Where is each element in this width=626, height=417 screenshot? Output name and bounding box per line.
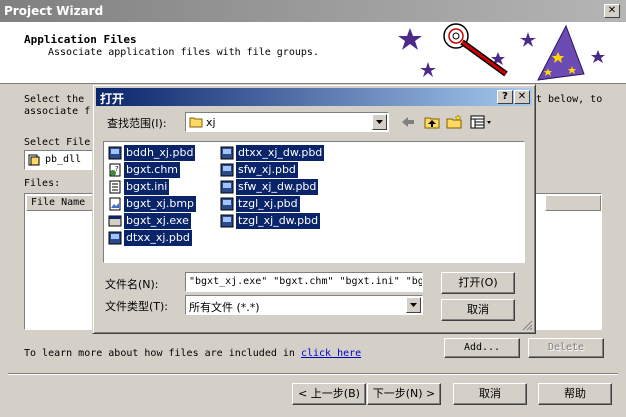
- chevron-down-icon: [376, 120, 383, 124]
- file-list-item-name: bgxt_xj.exe: [124, 213, 191, 229]
- close-icon: ✕: [517, 91, 527, 102]
- open-file-dialog: 打开 ? ✕ 查找范围(I): xj bddh_xj.pbd ? bgxt.ch…: [92, 84, 536, 334]
- look-in-value: xj: [206, 116, 216, 129]
- exe-file-icon: [108, 215, 122, 227]
- files-label: Files:: [24, 178, 61, 189]
- folder-icon: [189, 117, 203, 128]
- chevron-down-icon: [410, 303, 417, 307]
- dialog-cancel-button[interactable]: 取消: [441, 299, 515, 321]
- wizard-intro-text-right-1: t below, to: [536, 94, 603, 105]
- svg-text:?: ?: [115, 165, 119, 173]
- wizard-cancel-button[interactable]: 取消: [453, 383, 527, 405]
- file-list-item-name: sfw_xj.pbd: [236, 162, 298, 178]
- filetype-label: 文件类型(T):: [105, 300, 169, 313]
- filename-value: "bgxt_xj.exe" "bgxt.chm" "bgxt.ini" "bg: [189, 276, 423, 287]
- bmp-file-icon: [109, 197, 121, 211]
- wizard-header: Application Files Associate application …: [0, 22, 626, 84]
- click-here-link[interactable]: click here: [301, 348, 361, 359]
- wizard-header-title: Application Files: [24, 33, 137, 46]
- delete-button[interactable]: Delete: [528, 338, 604, 358]
- file-list-item-name: bgxt_xj.bmp: [124, 196, 197, 212]
- filetype-dropdown[interactable]: 所有文件 (*.*): [185, 295, 423, 315]
- look-in-dropdown-button[interactable]: [372, 114, 387, 130]
- file-group-icon: [28, 154, 40, 166]
- files-column-header-extra[interactable]: [545, 195, 601, 211]
- select-file-label: Select File: [24, 137, 91, 148]
- ini-file-icon: [109, 180, 121, 194]
- question-icon: ?: [502, 91, 508, 102]
- wizard-titlebar: Project Wizard ✕: [0, 0, 626, 22]
- wizard-close-button[interactable]: ✕: [604, 4, 620, 18]
- file-list-item-name: dtxx_xj_dw.pbd: [236, 145, 325, 161]
- pbd-icon: [220, 197, 234, 211]
- pbd-icon: [220, 214, 234, 228]
- pbd-icon: [108, 231, 122, 245]
- filetype-dropdown-button[interactable]: [406, 297, 421, 313]
- wizard-intro-text-left-1: Select the: [24, 94, 85, 105]
- file-list-item-name: tzgl_xj_dw.pbd: [236, 213, 321, 229]
- pbd-icon: [220, 163, 234, 177]
- dialog-help-button[interactable]: ?: [497, 90, 513, 104]
- dialog-titlebar: 打开 ? ✕: [96, 88, 532, 106]
- file-list-item-name: bddh_xj.pbd: [124, 145, 196, 161]
- wizard-title: Project Wizard: [4, 4, 104, 18]
- back-arrow-icon[interactable]: [399, 114, 417, 130]
- help-file-icon: ?: [109, 163, 121, 177]
- look-in-dropdown[interactable]: xj: [185, 112, 389, 132]
- pbd-icon: [220, 180, 234, 194]
- dialog-close-button[interactable]: ✕: [514, 90, 530, 104]
- file-list-item-name: dtxx_xj.pbd: [124, 230, 192, 246]
- file-list[interactable]: bddh_xj.pbd? bgxt.chm bgxt.ini bgxt_xj.bmp b…: [103, 141, 525, 263]
- add-button[interactable]: Add...: [444, 338, 520, 358]
- view-menu-icon[interactable]: [469, 114, 493, 130]
- open-button[interactable]: 打开(O): [441, 272, 515, 294]
- new-folder-icon[interactable]: [445, 114, 463, 130]
- close-icon: ✕: [607, 5, 617, 16]
- back-button[interactable]: < 上一步(B): [292, 383, 366, 405]
- wizard-hat-illustration-icon: [398, 23, 605, 81]
- up-folder-icon[interactable]: [423, 114, 441, 130]
- filename-label: 文件名(N):: [105, 278, 159, 291]
- next-button[interactable]: 下一步(N) >: [367, 383, 441, 405]
- file-list-item-name: tzgl_xj.pbd: [236, 196, 300, 212]
- wizard-separator: [8, 373, 618, 375]
- file-list-item-name: bgxt.ini: [124, 179, 170, 195]
- learn-more-text: To learn more about how files are includ…: [24, 348, 361, 359]
- select-file-value: pb_dll: [45, 154, 82, 165]
- pbd-icon: [220, 146, 234, 160]
- select-file-dropdown[interactable]: pb_dll: [24, 150, 94, 170]
- filetype-value: 所有文件 (*.*): [189, 301, 260, 314]
- resize-grip-icon[interactable]: [521, 319, 533, 331]
- file-list-item-name: bgxt.chm: [124, 162, 181, 178]
- dialog-title: 打开: [100, 92, 125, 106]
- filename-input[interactable]: "bgxt_xj.exe" "bgxt.chm" "bgxt.ini" "bg: [185, 272, 423, 292]
- file-list-item-name: sfw_xj_dw.pbd: [236, 179, 319, 195]
- pbd-icon: [108, 146, 122, 160]
- help-button[interactable]: 帮助: [538, 383, 612, 405]
- wizard-header-subtitle: Associate application files with file gr…: [48, 47, 319, 58]
- wizard-intro-text-left-2: associate f: [24, 106, 91, 117]
- learn-more-prefix: To learn more about how files are includ…: [24, 348, 301, 359]
- look-in-label: 查找范围(I):: [107, 117, 167, 130]
